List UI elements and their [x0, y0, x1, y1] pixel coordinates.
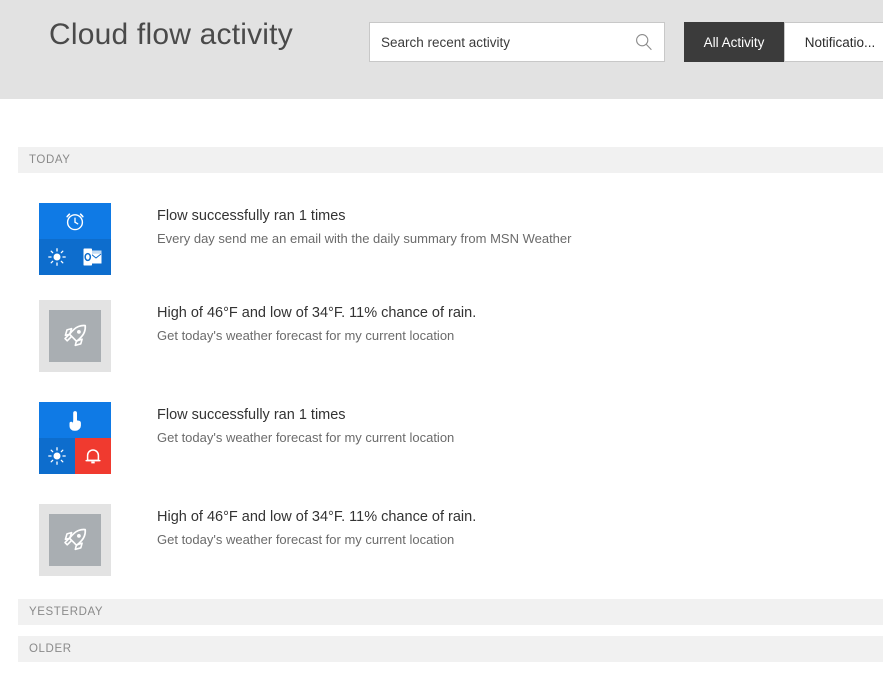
bell-icon	[75, 438, 111, 474]
search-box[interactable]	[369, 22, 665, 62]
list-item-title: High of 46°F and low of 34°F. 11% chance…	[157, 507, 476, 527]
list-item-subtitle: Get today's weather forecast for my curr…	[157, 530, 476, 549]
list-item-title: Flow successfully ran 1 times	[157, 405, 454, 425]
flow-icon-tile	[39, 504, 111, 576]
list-item-text: High of 46°F and low of 34°F. 11% chance…	[157, 300, 476, 345]
list-item-text: Flow successfully ran 1 times Get today'…	[157, 402, 454, 447]
flow-icon-tile	[39, 402, 111, 474]
section-header-older: OLDER	[18, 636, 883, 662]
section-label-today: TODAY	[18, 154, 71, 166]
list-item-subtitle: Get today's weather forecast for my curr…	[157, 326, 476, 345]
activity-list-today: Flow successfully ran 1 times Every day …	[0, 173, 883, 581]
alarm-clock-icon	[39, 203, 111, 239]
section-label-older: OLDER	[18, 643, 72, 655]
page-header: Cloud flow activity All Activity Notific…	[0, 0, 883, 99]
pointing-hand-icon	[39, 402, 111, 438]
tab-notifications[interactable]: Notificatio...	[784, 22, 883, 62]
list-item-title: High of 46°F and low of 34°F. 11% chance…	[157, 303, 476, 323]
list-item-text: Flow successfully ran 1 times Every day …	[157, 203, 571, 248]
section-header-today: TODAY	[18, 147, 883, 173]
list-item[interactable]: High of 46°F and low of 34°F. 11% chance…	[0, 275, 883, 377]
section-header-yesterday: YESTERDAY	[18, 599, 883, 625]
sun-icon	[39, 239, 75, 275]
list-item-subtitle: Every day send me an email with the dail…	[157, 229, 571, 248]
list-item-subtitle: Get today's weather forecast for my curr…	[157, 428, 454, 447]
activity-filter-tabs: All Activity Notificatio...	[684, 22, 883, 62]
tab-all-activity[interactable]: All Activity	[684, 22, 784, 62]
list-item-title: Flow successfully ran 1 times	[157, 206, 571, 226]
list-item[interactable]: Flow successfully ran 1 times Get today'…	[0, 377, 883, 479]
search-icon[interactable]	[634, 32, 654, 52]
rocket-icon	[49, 310, 101, 362]
section-label-yesterday: YESTERDAY	[18, 606, 103, 618]
search-input[interactable]	[370, 23, 628, 61]
flow-icon-tile	[39, 300, 111, 372]
activity-content: TODAY	[0, 147, 883, 662]
outlook-icon	[75, 239, 111, 275]
flow-icon-tile	[39, 203, 111, 275]
list-item[interactable]: High of 46°F and low of 34°F. 11% chance…	[0, 479, 883, 581]
page-title: Cloud flow activity	[49, 18, 293, 52]
sun-icon	[39, 438, 75, 474]
list-item-text: High of 46°F and low of 34°F. 11% chance…	[157, 504, 476, 549]
rocket-icon	[49, 514, 101, 566]
list-item[interactable]: Flow successfully ran 1 times Every day …	[0, 173, 883, 275]
